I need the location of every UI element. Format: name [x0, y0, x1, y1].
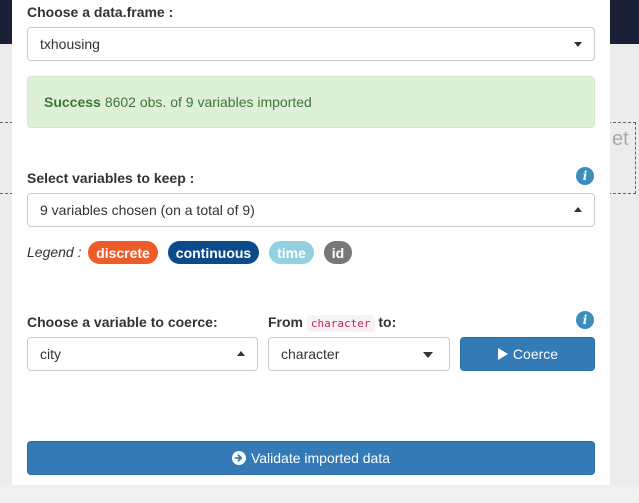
caret-up-icon — [237, 351, 245, 356]
from-to-label: From character to: — [268, 314, 397, 332]
badge-id: id — [324, 241, 352, 264]
badge-time: time — [269, 241, 314, 264]
background-bottom-strip — [0, 485, 639, 503]
coerce-to-select[interactable]: character — [268, 337, 450, 371]
alert-message: 8602 obs. of 9 variables imported — [104, 94, 312, 110]
from-prefix: From — [268, 314, 303, 330]
caret-down-icon — [574, 42, 582, 47]
caret-down-icon — [423, 352, 433, 358]
from-class: character — [306, 315, 375, 332]
dataset-select-value: txhousing — [40, 36, 100, 52]
variables-label: Select variables to keep : — [27, 170, 195, 186]
coerce-button-label: Coerce — [512, 346, 559, 362]
coerce-variable-select[interactable]: city — [27, 337, 258, 371]
validate-button-label: Validate imported data — [250, 450, 391, 466]
caret-up-icon — [574, 207, 582, 212]
info-icon[interactable]: i — [576, 167, 594, 185]
success-alert: Success 8602 obs. of 9 variables importe… — [27, 76, 595, 128]
coerce-variable-value: city — [40, 346, 61, 362]
alert-strong: Success — [44, 94, 101, 110]
badge-discrete: discrete — [88, 241, 158, 264]
from-suffix: to: — [378, 314, 397, 330]
badge-continuous: continuous — [168, 241, 259, 264]
coerce-to-value: character — [281, 346, 340, 362]
dataset-select[interactable]: txhousing — [27, 27, 595, 61]
coerce-label: Choose a variable to coerce: — [27, 314, 218, 330]
legend-label: Legend : — [27, 244, 82, 260]
info-icon[interactable]: i — [576, 311, 594, 329]
background-ghost-text: et — [612, 128, 629, 150]
validate-button[interactable]: Validate imported data — [27, 441, 595, 475]
play-icon — [497, 348, 508, 360]
variables-select[interactable]: 9 variables chosen (on a total of 9) — [27, 193, 595, 227]
dataset-label: Choose a data.frame : — [27, 4, 174, 20]
variables-select-value: 9 variables chosen (on a total of 9) — [40, 202, 255, 218]
arrow-circle-right-icon — [231, 451, 246, 465]
coerce-button[interactable]: Coerce — [460, 337, 595, 371]
